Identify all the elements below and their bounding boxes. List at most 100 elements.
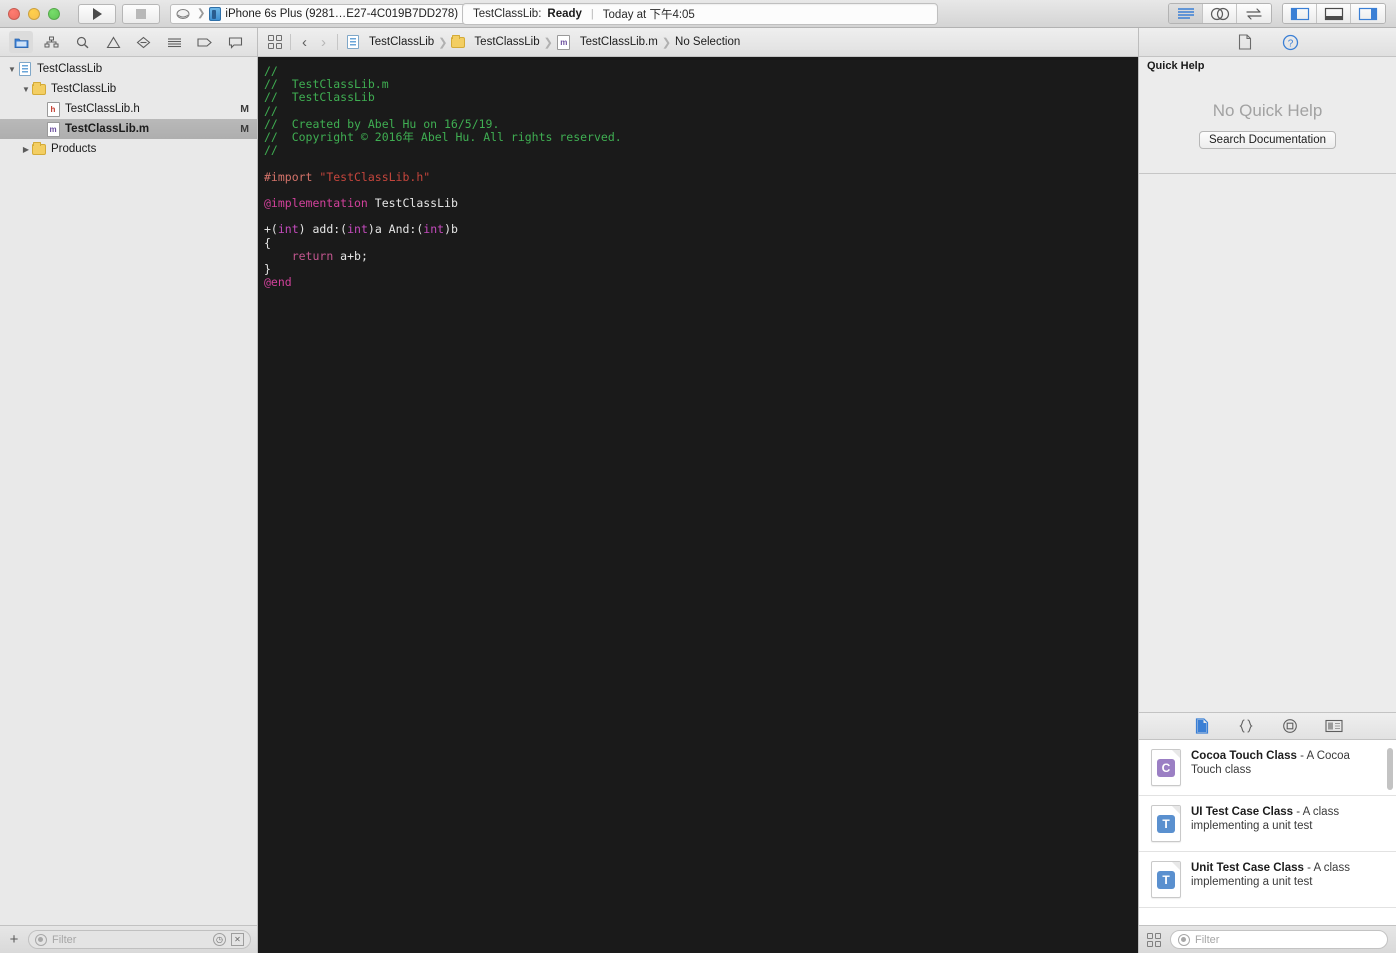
tree-row-project[interactable]: ▼ TestClassLib	[0, 59, 257, 79]
code-token: // TestClassLib	[264, 90, 375, 105]
standard-editor-icon	[1177, 8, 1194, 19]
sidebar-item-issue-navigator[interactable]	[101, 31, 125, 53]
list-item[interactable]: T UI Test Case Class - A class implement…	[1139, 796, 1396, 852]
tree-row-group[interactable]: ▼ TestClassLib	[0, 79, 257, 99]
code-line: @implementation TestClassLib	[264, 196, 1138, 210]
folder-icon	[451, 34, 466, 49]
list-item-text: Unit Test Case Class - A class implement…	[1191, 861, 1382, 898]
utilities-toggle-button[interactable]	[1351, 4, 1385, 23]
code-token: @end	[264, 275, 292, 290]
navigator-filter-field[interactable]: Filter ◷ ✕	[28, 930, 251, 949]
breadcrumb-item-selection[interactable]: No Selection	[675, 36, 740, 48]
breadcrumb-item-file[interactable]: m TestClassLib.m	[557, 34, 658, 50]
status-state-label: Ready	[547, 8, 582, 20]
clock-icon[interactable]: ◷	[213, 933, 226, 946]
related-items-icon[interactable]	[268, 35, 282, 49]
tab-code-snippet-library[interactable]	[1235, 716, 1257, 736]
tab-media-library[interactable]	[1323, 716, 1345, 736]
stop-icon	[136, 8, 146, 19]
project-icon	[18, 62, 32, 76]
tab-quick-help-inspector[interactable]: ?	[1279, 31, 1303, 53]
close-button[interactable]	[8, 7, 20, 20]
breadcrumb-item-project[interactable]: TestClassLib	[346, 35, 434, 49]
utilities-panel: ? Quick Help No Quick Help Search Docume…	[1138, 28, 1396, 953]
list-item[interactable]: C Cocoa Touch Class - A Cocoa Touch clas…	[1139, 740, 1396, 796]
add-file-button[interactable]: +	[6, 932, 22, 947]
zoom-button[interactable]	[48, 7, 60, 20]
version-editor-button[interactable]	[1237, 4, 1271, 23]
filter-icon	[1178, 933, 1190, 946]
device-icon	[209, 6, 222, 21]
tree-row-products[interactable]: ▶ Products	[0, 139, 257, 159]
tree-row-label: TestClassLib	[51, 83, 117, 95]
navigator-toggle-button[interactable]	[1283, 4, 1317, 23]
breadcrumb-label: TestClassLib.m	[579, 36, 658, 48]
list-item[interactable]: T Unit Test Case Class - A class impleme…	[1139, 852, 1396, 908]
code-line: // TestClassLib.m	[264, 78, 1138, 91]
view-toggle-segment	[1282, 3, 1386, 24]
tree-row-header-file[interactable]: h TestClassLib.h M	[0, 99, 257, 119]
source-code-editor[interactable]: //// TestClassLib.m// TestClassLib//// C…	[258, 57, 1138, 953]
tab-file-inspector[interactable]	[1233, 31, 1257, 53]
debug-area-toggle-button[interactable]	[1317, 4, 1351, 23]
tree-row-label: TestClassLib	[37, 63, 103, 75]
navigator-tab-bar	[0, 28, 257, 57]
editor-area: ‹ › TestClassLib ❯ TestClassLib ❯ m Test…	[258, 28, 1138, 953]
library-scrollbar[interactable]	[1387, 748, 1393, 790]
list-item-title: Unit Test Case Class	[1191, 862, 1304, 874]
code-line: #import "TestClassLib.h"	[264, 170, 1138, 184]
tree-row-implementation-file[interactable]: m TestClassLib.m M	[0, 119, 257, 139]
assistant-editor-button[interactable]	[1203, 4, 1237, 23]
sidebar-item-find-navigator[interactable]	[71, 31, 95, 53]
code-token: // Created by Abel Hu on 16/5/19.	[264, 116, 500, 131]
grid-icon[interactable]	[1147, 932, 1161, 947]
code-line: }	[264, 262, 1138, 276]
sidebar-item-project-navigator[interactable]	[9, 31, 34, 53]
sidebar-item-symbol-navigator[interactable]	[40, 31, 64, 53]
sidebar-item-breakpoint-navigator[interactable]	[193, 31, 217, 53]
library-item-list[interactable]: C Cocoa Touch Class - A Cocoa Touch clas…	[1139, 740, 1396, 925]
file-template-icon: T	[1151, 805, 1181, 842]
navigator-panel: ▼ TestClassLib ▼ TestClassLib h TestClas…	[0, 28, 258, 953]
modified-badge: M	[240, 123, 249, 135]
folder-icon	[32, 81, 46, 96]
run-button[interactable]	[78, 3, 116, 24]
project-icon	[346, 35, 360, 49]
disclosure-triangle-icon[interactable]: ▼	[20, 85, 32, 94]
document-icon	[1195, 718, 1208, 734]
implementation-file-icon: m	[557, 34, 571, 50]
breadcrumb-label: No Selection	[675, 36, 741, 48]
scheme-destination-label: iPhone 6s Plus (9281…E27-4C019B7DD278)	[225, 7, 459, 20]
code-token: )a And:(	[367, 222, 424, 237]
assistant-editor-icon	[1210, 7, 1229, 20]
sidebar-item-report-navigator[interactable]	[224, 31, 248, 53]
scheme-selector[interactable]: ❯ iPhone 6s Plus (9281…E27-4C019B7DD278)	[170, 3, 468, 24]
stop-button[interactable]	[122, 3, 160, 24]
status-bar: TestClassLib: Ready | Today at 下午4:05	[462, 3, 938, 25]
crossed-box-icon[interactable]: ✕	[231, 933, 244, 946]
code-line: //	[264, 64, 1138, 78]
code-line: return a+b;	[264, 249, 1138, 263]
search-documentation-button[interactable]: Search Documentation	[1199, 131, 1336, 149]
disclosure-triangle-icon[interactable]: ▼	[6, 65, 18, 74]
code-token: // TestClassLib.m	[264, 77, 389, 92]
implementation-file-icon: m	[46, 121, 60, 137]
sidebar-item-test-navigator[interactable]	[132, 31, 156, 53]
minimize-button[interactable]	[28, 7, 40, 20]
filter-placeholder: Filter	[52, 933, 77, 946]
tab-object-library[interactable]	[1279, 716, 1301, 736]
list-item-title: UI Test Case Class	[1191, 806, 1294, 818]
tag-icon	[197, 37, 212, 47]
disclosure-triangle-icon[interactable]: ▶	[20, 145, 32, 154]
tab-file-template-library[interactable]	[1191, 716, 1213, 736]
back-button[interactable]: ‹	[299, 35, 310, 50]
sidebar-item-debug-navigator[interactable]	[162, 31, 186, 53]
breadcrumb-item-group[interactable]: TestClassLib	[451, 34, 540, 49]
template-badge: C	[1157, 758, 1175, 777]
library-filter-field[interactable]: Filter	[1170, 930, 1388, 949]
forward-button[interactable]: ›	[318, 35, 329, 50]
filter-icon	[35, 933, 47, 946]
file-template-icon: C	[1151, 749, 1181, 786]
standard-editor-button[interactable]	[1169, 4, 1203, 23]
scheme-icon	[176, 8, 190, 19]
